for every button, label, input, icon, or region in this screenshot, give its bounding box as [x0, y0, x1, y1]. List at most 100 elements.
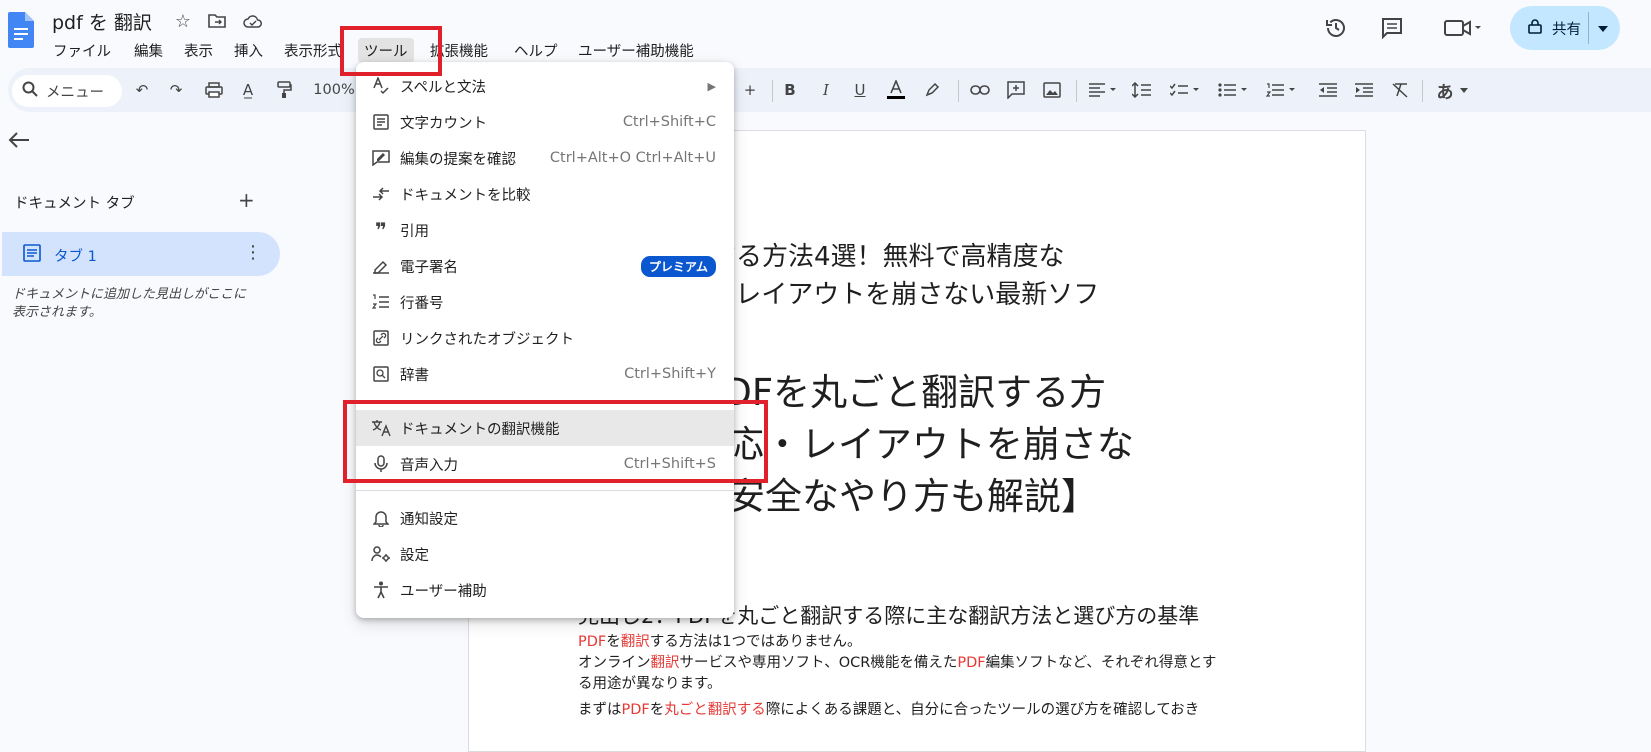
- text-run: サービスや専用ソフト、OCR機能を備えた: [679, 655, 958, 671]
- version-history-icon[interactable]: [1322, 14, 1350, 42]
- body-paragraph[interactable]: オンライン翻訳サービスや専用ソフト、OCR機能を備えたPDF編集ソフトなど、それ…: [578, 653, 1216, 674]
- menu-item-review-edits[interactable]: 編集の提案を確認 Ctrl+Alt+O Ctrl+Alt+U: [356, 140, 734, 176]
- tools-menu: スペルと文法 ▶ 文字カウント Ctrl+Shift+C 編集の提案を確認 Ct…: [356, 62, 734, 618]
- document-title[interactable]: pdf を 翻訳: [52, 8, 152, 35]
- menu-item-linked-objects[interactable]: リンクされたオブジェクト: [356, 320, 734, 356]
- input-tools-icon[interactable]: あ: [1432, 78, 1472, 103]
- menu-divider: [356, 490, 734, 491]
- menu-search[interactable]: メニュー: [12, 75, 122, 107]
- text-run: を: [649, 702, 665, 718]
- docs-logo-icon[interactable]: [8, 12, 34, 48]
- add-comment-icon[interactable]: [1004, 78, 1028, 102]
- toolbar-divider: [958, 80, 959, 102]
- body-paragraph[interactable]: PDFを翻訳する方法は1つではありません。: [578, 632, 862, 653]
- bold-icon[interactable]: B: [778, 78, 802, 102]
- share-label: 共有: [1552, 21, 1581, 38]
- menu-item-accessibility[interactable]: ユーザー補助: [356, 572, 734, 608]
- menu-item-line-numbers[interactable]: 行番号: [356, 284, 734, 320]
- menu-edit[interactable]: 編集: [128, 38, 169, 63]
- menu-item-word-count[interactable]: 文字カウント Ctrl+Shift+C: [356, 104, 734, 140]
- accessibility-icon: [370, 579, 392, 601]
- menu-item-label: リンクされたオブジェクト: [400, 331, 574, 348]
- body-paragraph[interactable]: る用途が異なります。: [578, 674, 722, 695]
- menu-item-label: スペルと文法: [400, 79, 486, 96]
- increase-font-size-icon[interactable]: +: [738, 78, 762, 102]
- menu-file[interactable]: ファイル: [47, 38, 117, 63]
- review-edits-icon: [370, 147, 392, 169]
- spellcheck-icon[interactable]: A̲: [236, 78, 260, 102]
- paint-format-icon[interactable]: [272, 78, 296, 102]
- menu-item-shortcut: Ctrl+Shift+C: [622, 114, 716, 130]
- meet-icon[interactable]: [1440, 14, 1486, 42]
- more-options-icon[interactable]: ⋮: [244, 242, 262, 263]
- cloud-saved-icon[interactable]: [242, 10, 264, 32]
- highlighted-keyword: PDF: [621, 702, 650, 718]
- menu-view[interactable]: 表示: [178, 38, 219, 63]
- text-run: を: [606, 634, 621, 650]
- settings-person-icon: [370, 543, 392, 565]
- menu-item-label: ユーザー補助: [400, 583, 487, 600]
- menu-accessibility[interactable]: ユーザー補助機能: [572, 38, 700, 63]
- menu-item-label: 編集の提案を確認: [400, 151, 516, 168]
- undo-icon[interactable]: ↶: [130, 78, 154, 102]
- search-icon: [22, 81, 38, 101]
- menu-item-preferences[interactable]: 設定: [356, 536, 734, 572]
- back-arrow-icon[interactable]: [8, 130, 32, 154]
- linked-objects-icon: [370, 327, 392, 349]
- outline-hint: ドキュメントに追加した見出しがここに表示されます。: [12, 287, 247, 320]
- redo-icon[interactable]: ↷: [164, 78, 188, 102]
- spelling-icon: [370, 75, 392, 97]
- zoom-select[interactable]: 100%: [310, 78, 358, 102]
- menu-item-esignature[interactable]: 電子署名 プレミアム: [356, 248, 734, 284]
- highlighted-keyword: PDF: [957, 655, 986, 671]
- comments-icon[interactable]: [1378, 14, 1406, 42]
- highlighted-keyword: 翻訳: [620, 634, 650, 650]
- menu-item-shortcut: Ctrl+Shift+Y: [624, 366, 716, 382]
- highlighted-keyword: 翻訳: [650, 655, 680, 671]
- menu-item-label: 文字カウント: [400, 115, 487, 132]
- bell-icon: [370, 507, 392, 529]
- menu-item-citations[interactable]: ❞ 引用: [356, 212, 734, 248]
- citation-icon: ❞: [375, 218, 387, 242]
- toolbar-divider: [1076, 80, 1077, 102]
- text-color-icon[interactable]: [884, 78, 908, 102]
- align-icon[interactable]: [1084, 78, 1124, 102]
- word-count-icon: [370, 111, 392, 133]
- toolbar-divider: [1422, 80, 1423, 102]
- italic-icon[interactable]: I: [814, 78, 838, 102]
- checklist-icon[interactable]: [1166, 78, 1206, 102]
- clear-formatting-icon[interactable]: [1388, 78, 1412, 102]
- insert-image-icon[interactable]: [1040, 78, 1064, 102]
- insert-link-icon[interactable]: [968, 78, 992, 102]
- text-run: まずは: [578, 702, 622, 718]
- underline-icon[interactable]: U: [848, 78, 872, 102]
- numbered-list-icon[interactable]: [1262, 78, 1302, 102]
- annotation-box-tools: [340, 26, 442, 76]
- premium-badge: プレミアム: [640, 255, 716, 277]
- menu-help[interactable]: ヘルプ: [508, 38, 564, 63]
- menu-search-label: メニュー: [46, 84, 104, 101]
- menu-item-label: ドキュメントを比較: [400, 187, 531, 204]
- increase-indent-icon[interactable]: [1352, 78, 1376, 102]
- move-folder-icon[interactable]: [206, 10, 228, 32]
- highlighted-keyword: 丸ごと翻訳する: [664, 702, 766, 718]
- body-paragraph[interactable]: まずはPDFを丸ごと翻訳する際によくある課題と、自分に合ったツールの選び方を確認…: [578, 700, 1199, 721]
- menu-item-label: 設定: [400, 547, 429, 564]
- menu-item-dictionary[interactable]: 辞書 Ctrl+Shift+Y: [356, 356, 734, 392]
- print-icon[interactable]: [202, 78, 226, 102]
- share-dropdown-icon[interactable]: [1598, 20, 1608, 36]
- tab-item-tab1[interactable]: [2, 232, 280, 276]
- share-button[interactable]: 共有: [1510, 6, 1620, 50]
- add-tab-button[interactable]: +: [238, 188, 255, 212]
- decrease-indent-icon[interactable]: [1316, 78, 1340, 102]
- menu-item-compare[interactable]: ドキュメントを比較: [356, 176, 734, 212]
- menu-item-notification-settings[interactable]: 通知設定: [356, 500, 734, 536]
- bulleted-list-icon[interactable]: [1214, 78, 1254, 102]
- document-tabs-heading: ドキュメント タブ: [14, 196, 135, 212]
- menu-item-label: 行番号: [400, 295, 444, 312]
- highlight-color-icon[interactable]: [920, 78, 944, 102]
- line-spacing-icon[interactable]: [1130, 78, 1154, 102]
- menu-insert[interactable]: 挿入: [228, 38, 269, 63]
- star-icon[interactable]: ☆: [172, 10, 194, 32]
- menu-format[interactable]: 表示形式: [278, 38, 348, 63]
